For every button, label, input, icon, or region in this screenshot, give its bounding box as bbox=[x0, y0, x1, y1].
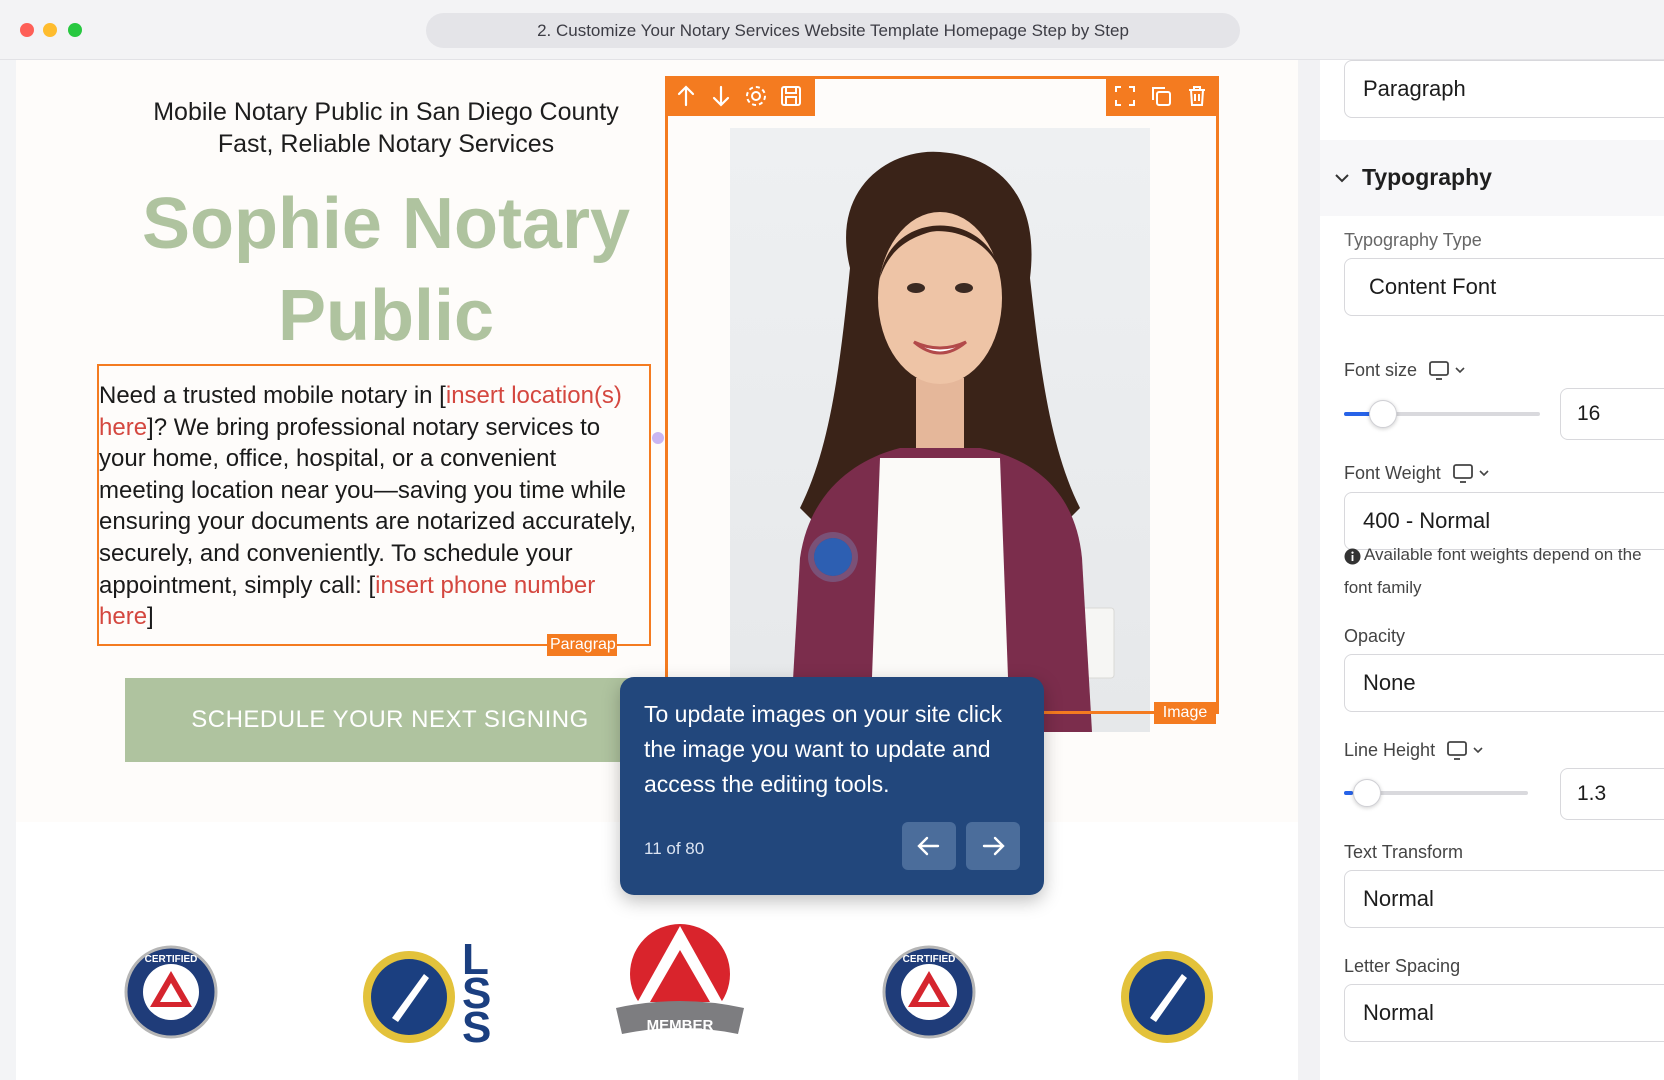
image-toolbar-left bbox=[665, 76, 815, 116]
chevron-down-icon bbox=[1335, 174, 1349, 183]
font-size-slider-handle[interactable] bbox=[1369, 400, 1397, 428]
window-title: 2. Customize Your Notary Services Websit… bbox=[426, 13, 1240, 48]
paragraph-element-tag: Paragraph bbox=[547, 634, 617, 656]
font-size-label: Font size bbox=[1344, 360, 1418, 380]
hero-paragraph[interactable]: Need a trusted mobile notary in [insert … bbox=[99, 380, 645, 633]
tooltip-message: To update images on your site click the … bbox=[644, 701, 1002, 797]
certified-text-2: CERTIFIED bbox=[903, 954, 956, 965]
line-height-label: Line Height bbox=[1344, 740, 1436, 760]
info-icon bbox=[1344, 548, 1361, 565]
font-size-input[interactable]: 16 bbox=[1560, 388, 1664, 440]
paragraph-text-3: ] bbox=[147, 603, 154, 631]
arrow-right-icon bbox=[982, 836, 1005, 856]
trash-icon[interactable] bbox=[1184, 83, 1210, 109]
brand-line-1: Sophie Notary bbox=[141, 184, 631, 264]
letter-spacing-select[interactable]: Normal bbox=[1344, 984, 1664, 1042]
line-height-slider-fill bbox=[1344, 791, 1353, 795]
selected-image-block[interactable] bbox=[665, 76, 1219, 714]
lss-badge-seal-2 bbox=[1121, 951, 1213, 1043]
desktop-device-icon-3[interactable] bbox=[1446, 740, 1490, 762]
opacity-label: Opacity bbox=[1344, 626, 1406, 646]
nna-member-text: MEMBER bbox=[647, 1017, 714, 1034]
nna-member-badge: MEMBER bbox=[616, 924, 744, 1034]
line-height-slider-handle[interactable] bbox=[1353, 779, 1381, 807]
font-weight-label: Font Weight bbox=[1344, 463, 1441, 483]
move-up-icon[interactable] bbox=[673, 83, 699, 109]
title-bar: 2. Customize Your Notary Services Websit… bbox=[0, 0, 1664, 60]
settings-panel: Paragraph Typography Typography Type Con… bbox=[1320, 60, 1664, 1080]
arrow-left-icon bbox=[917, 836, 940, 856]
cursor-indicator bbox=[814, 538, 852, 576]
image-element-tag: Image bbox=[1154, 702, 1216, 724]
opacity-select[interactable]: None bbox=[1344, 654, 1664, 712]
selected-paragraph-block[interactable]: Need a trusted mobile notary in [insert … bbox=[97, 364, 651, 646]
typography-section-header[interactable]: Typography bbox=[1320, 140, 1664, 216]
image-toolbar-right bbox=[1106, 76, 1219, 116]
tagline-line-1: Mobile Notary Public in San Diego County bbox=[153, 98, 619, 126]
close-window-button[interactable] bbox=[20, 23, 34, 37]
typography-section-title: Typography bbox=[1362, 164, 1492, 190]
gear-icon[interactable] bbox=[743, 83, 769, 109]
panel-divider bbox=[1298, 60, 1320, 1080]
font-weight-note-2: font family bbox=[1344, 578, 1422, 597]
lss-badge-seal bbox=[363, 951, 455, 1043]
desktop-device-icon[interactable] bbox=[1428, 360, 1472, 382]
resize-handle[interactable] bbox=[652, 432, 664, 444]
hero-tagline[interactable]: Mobile Notary Public in San Diego County… bbox=[96, 96, 676, 160]
brand-line-2: Public bbox=[277, 276, 495, 356]
minimize-window-button[interactable] bbox=[43, 23, 57, 37]
tour-tooltip: To update images on your site click the … bbox=[620, 677, 1044, 895]
line-height-input[interactable]: 1.3 bbox=[1560, 768, 1664, 820]
element-type-select[interactable]: Paragraph bbox=[1344, 60, 1664, 118]
app-window: 2. Customize Your Notary Services Websit… bbox=[0, 0, 1664, 1080]
duplicate-icon[interactable] bbox=[1148, 83, 1174, 109]
lss-letter-s2: S bbox=[462, 1003, 492, 1052]
next-step-button[interactable] bbox=[966, 822, 1020, 870]
typography-type-label: Typography Type bbox=[1344, 230, 1482, 250]
schedule-signing-button[interactable]: SCHEDULE YOUR NEXT SIGNING bbox=[125, 678, 655, 762]
text-transform-label: Text Transform bbox=[1344, 842, 1464, 862]
paragraph-text-1: Need a trusted mobile notary in [ bbox=[99, 382, 446, 409]
lss-letters: L S S bbox=[462, 938, 496, 1052]
typography-type-select[interactable]: Content Font bbox=[1344, 258, 1664, 316]
save-icon[interactable] bbox=[778, 83, 804, 109]
tagline-line-2: Fast, Reliable Notary Services bbox=[217, 130, 555, 158]
badges-row: CERTIFIED L S S MEMBER CERTIFIED bbox=[16, 900, 1298, 1080]
desktop-device-icon-2[interactable] bbox=[1452, 463, 1496, 485]
editor-canvas: Mobile Notary Public in San Diego County… bbox=[16, 60, 1298, 1080]
fullscreen-icon[interactable] bbox=[1112, 83, 1138, 109]
font-weight-note: Available font weights depend on the bbox=[1364, 545, 1642, 564]
certified-signing-agent-badge-2: CERTIFIED bbox=[882, 945, 976, 1039]
letter-spacing-label: Letter Spacing bbox=[1344, 956, 1461, 976]
maximize-window-button[interactable] bbox=[68, 23, 82, 37]
certified-text: CERTIFIED bbox=[145, 954, 198, 965]
move-down-icon[interactable] bbox=[708, 83, 734, 109]
previous-step-button[interactable] bbox=[902, 822, 956, 870]
tooltip-step-count: 11 of 80 bbox=[644, 839, 705, 858]
certified-signing-agent-badge: CERTIFIED bbox=[124, 945, 218, 1039]
text-transform-select[interactable]: Normal bbox=[1344, 870, 1664, 928]
brand-heading[interactable]: Sophie Notary Public bbox=[76, 178, 696, 362]
